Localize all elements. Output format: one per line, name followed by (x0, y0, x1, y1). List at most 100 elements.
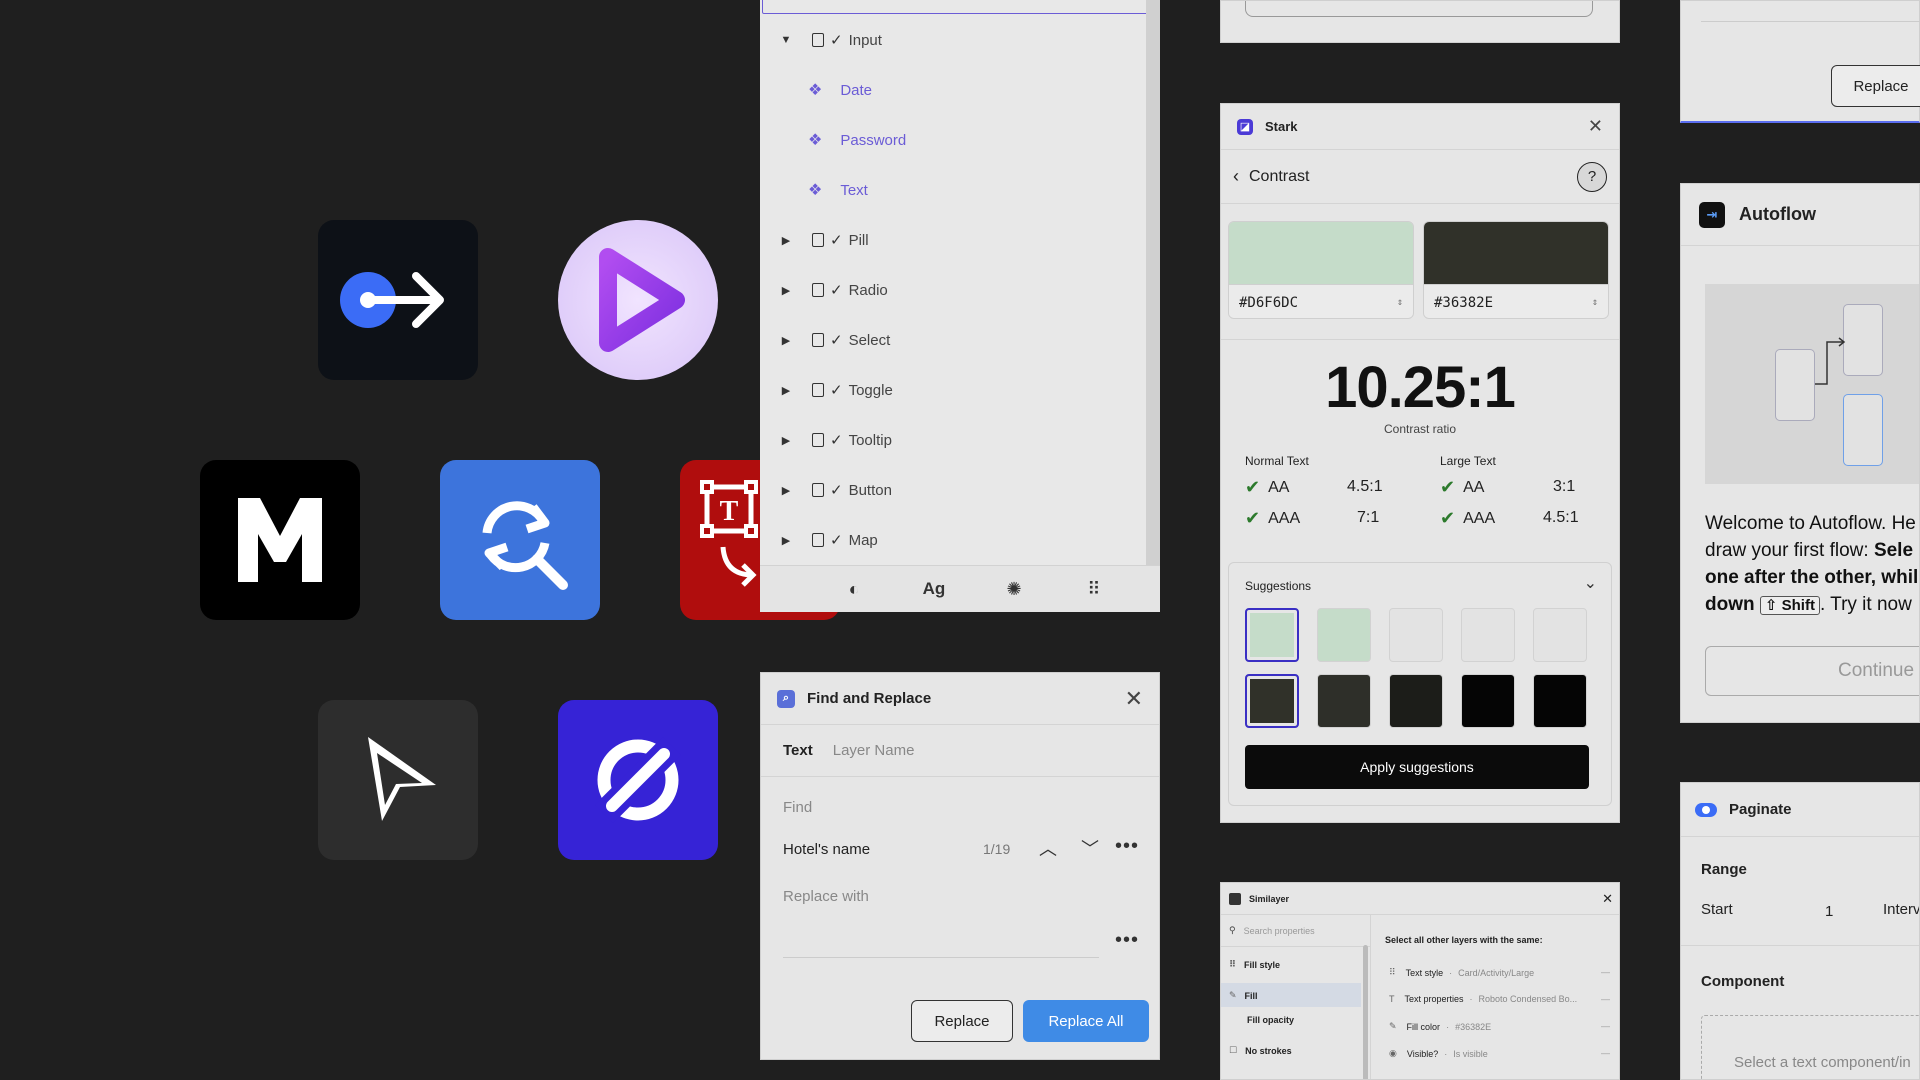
similayer-logo-icon (1229, 892, 1241, 905)
layer-row-select[interactable]: ▶ ✓ Select (776, 325, 891, 355)
layer-label: Map (848, 531, 878, 549)
suggestion-swatch[interactable] (1317, 608, 1371, 662)
start-label: Start (1701, 901, 1733, 918)
layer-label: Toggle (848, 381, 893, 399)
layer-row-radio[interactable]: ▶ ✓ Radio (776, 275, 888, 305)
start-input[interactable]: 1 (1825, 903, 1833, 920)
effects-icon[interactable]: ✺ (974, 579, 1054, 600)
search-properties-input[interactable]: ⚲ Search properties (1221, 915, 1370, 947)
match-row-text-properties[interactable]: T Text properties · Roboto Condensed Bo... (1389, 994, 1577, 1004)
property-fill[interactable]: ✎ Fill (1229, 990, 1258, 1001)
close-icon[interactable]: ✕ (1125, 686, 1143, 712)
background-hex[interactable]: #36382E (1434, 295, 1493, 311)
help-icon[interactable]: ? (1577, 161, 1607, 192)
layer-row-password[interactable]: ❖ Password (808, 125, 906, 155)
tab-layer-name[interactable]: Layer Name (833, 742, 915, 759)
foreground-swatch[interactable]: #D6F6DC ⇕ (1228, 221, 1414, 319)
m-app-tile[interactable] (200, 460, 360, 620)
layers-panel: ▼ ✓ Input ❖ Date ❖ Password ❖ Text ▶ ✓ P… (760, 0, 1160, 612)
cursor-arrow-icon (368, 737, 436, 821)
play-app-tile[interactable] (558, 220, 718, 380)
replace-all-button[interactable]: Replace All (1023, 1000, 1149, 1042)
layer-row-tooltip[interactable]: ▶ ✓ Tooltip (776, 425, 892, 455)
chevron-right-icon[interactable]: ▶ (776, 334, 796, 347)
stepper-icon[interactable]: ⇕ (1592, 297, 1598, 308)
layer-row-input[interactable]: ▼ ✓ Input (776, 25, 882, 55)
replace-input[interactable] (783, 957, 1099, 958)
layer-row-date[interactable]: ❖ Date (808, 75, 872, 105)
panel-title: Find and Replace (807, 690, 932, 707)
similayer-panel: Similayer ✕ ⚲ Search properties ⠿ Fill sty… (1220, 882, 1620, 1080)
autoflow-header: ⇥ Autoflow (1681, 184, 1919, 246)
text-style-icon[interactable]: Ag (894, 579, 974, 599)
top-right-stub-panel: Replace (1680, 0, 1920, 123)
foreground-hex[interactable]: #D6F6DC (1239, 295, 1298, 311)
replace-button[interactable]: Replace (1831, 65, 1920, 107)
suggestion-swatch[interactable] (1389, 608, 1443, 662)
match-row-fill-color[interactable]: ✎ Fill color · #36382E (1389, 1021, 1491, 1032)
chevron-right-icon[interactable]: ▶ (776, 434, 796, 447)
normal-aaa-ratio: 7:1 (1357, 509, 1380, 526)
continue-button[interactable]: Continue (1705, 646, 1919, 696)
suggestion-swatch[interactable] (1389, 674, 1443, 728)
contrast-icon[interactable]: ◐ (814, 579, 894, 600)
back-icon[interactable]: ‹ (1233, 166, 1239, 187)
grid-icon[interactable]: ⠿ (1054, 579, 1134, 600)
replace-button[interactable]: Replace (911, 1000, 1013, 1042)
match-row-visible[interactable]: ◉ Visible? · Is visible (1389, 1048, 1488, 1059)
suggestion-swatch[interactable] (1317, 674, 1371, 728)
find-input[interactable]: Hotel's name (783, 841, 870, 858)
match-row-text-style[interactable]: ⠿ Text style · Card/Activity/Large (1389, 967, 1534, 978)
property-no-strokes[interactable]: ☐ No strokes (1229, 1045, 1292, 1056)
chevron-down-icon[interactable]: ⌄ (1584, 573, 1597, 593)
layers-toolbar: ◐ Ag ✺ ⠿ (760, 565, 1160, 612)
find-replace-app-tile[interactable] (440, 460, 600, 620)
tab-text[interactable]: Text (783, 742, 813, 759)
cursor-app-tile[interactable] (318, 700, 478, 860)
background-swatch[interactable]: #36382E ⇕ (1423, 221, 1609, 319)
suggestion-swatch[interactable] (1533, 608, 1587, 662)
suggestion-swatch[interactable] (1533, 674, 1587, 728)
suggestion-swatch[interactable] (1245, 674, 1299, 728)
chevron-right-icon[interactable]: ▶ (776, 284, 796, 297)
chevron-right-icon[interactable]: ▶ (776, 234, 796, 247)
more-options-icon[interactable]: ••• (1115, 929, 1139, 952)
layer-row-text[interactable]: ❖ Text (808, 175, 868, 205)
apply-suggestions-button[interactable]: Apply suggestions (1245, 745, 1589, 789)
close-icon[interactable]: ✕ (1588, 116, 1603, 137)
component-label: Component (1701, 973, 1785, 990)
m-logo-icon (238, 498, 322, 582)
suggestion-swatch[interactable] (1461, 608, 1515, 662)
layer-row-pill[interactable]: ▶ ✓ Pill (776, 225, 869, 255)
large-aa-result: ✔ AA (1440, 477, 1485, 497)
null-app-tile[interactable] (558, 700, 718, 860)
component-icon: ❖ (808, 182, 823, 199)
list-scrollbar[interactable] (1363, 945, 1368, 1079)
range-label: Range (1701, 861, 1747, 878)
layer-label: Date (840, 81, 873, 99)
stepper-icon[interactable]: ⇕ (1397, 297, 1403, 308)
close-icon[interactable]: ✕ (1602, 891, 1613, 907)
property-fill-style[interactable]: ⠿ Fill style (1229, 959, 1280, 970)
layer-row-map[interactable]: ▶ ✓ Map (776, 525, 878, 555)
search-icon: ⚲ (1229, 925, 1236, 935)
chevron-right-icon[interactable]: ▶ (776, 384, 796, 397)
chevron-right-icon[interactable]: ▶ (776, 484, 796, 497)
stark-header: ◪ Stark ✕ (1221, 104, 1619, 150)
check-icon: ✔ (1245, 477, 1261, 497)
chevron-up-icon[interactable]: ︿ (1039, 835, 1057, 861)
component-drop-zone[interactable]: Select a text component/in (1701, 1015, 1919, 1079)
layer-row-toggle[interactable]: ▶ ✓ Toggle (776, 375, 893, 405)
more-options-icon[interactable]: ••• (1115, 835, 1139, 858)
chevron-down-icon[interactable]: ﹀ (1081, 835, 1099, 861)
property-fill-opacity[interactable]: Fill opacity (1247, 1015, 1294, 1025)
layers-scrollbar[interactable] (1146, 0, 1160, 565)
layer-row-button[interactable]: ▶ ✓ Button (776, 475, 892, 505)
suggestion-swatch[interactable] (1461, 674, 1515, 728)
frame-icon (812, 433, 824, 447)
chevron-down-icon[interactable]: ▼ (776, 34, 796, 46)
chevron-right-icon[interactable]: ▶ (776, 534, 796, 547)
text-input[interactable] (1245, 1, 1593, 17)
suggestion-swatch[interactable] (1245, 608, 1299, 662)
logout-app-tile[interactable] (318, 220, 478, 380)
